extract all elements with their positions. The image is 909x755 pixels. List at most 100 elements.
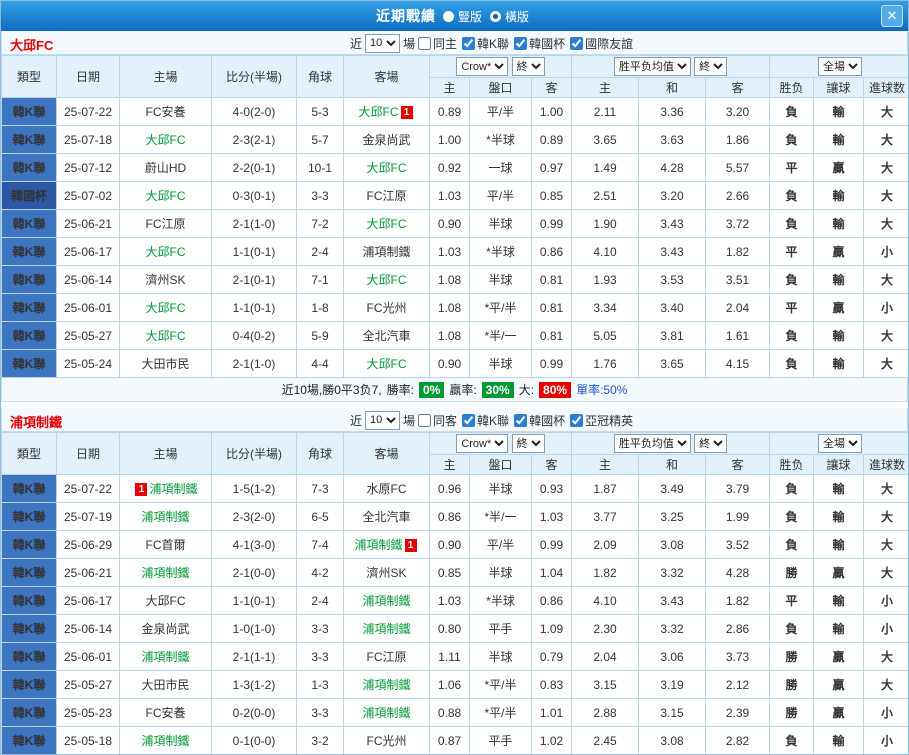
- euro-home-odds: 3.34: [571, 293, 639, 322]
- team-name: 浦項制鐵: [141, 510, 190, 524]
- checkbox-input[interactable]: [514, 36, 528, 50]
- team-name: 大邱FC: [366, 357, 407, 371]
- team-name: 浦項制鐵: [362, 622, 411, 636]
- odds-final-select[interactable]: 終: [511, 57, 545, 76]
- handicap-result: 輸: [813, 530, 865, 559]
- away-team-cell: 浦項制鐵: [343, 614, 430, 643]
- euro-odds-header: 胜平负均值 終: [570, 55, 771, 78]
- checkbox-input[interactable]: [570, 413, 584, 427]
- euro-draw-odds: 3.81: [638, 321, 706, 350]
- checkbox-input[interactable]: [514, 413, 528, 427]
- corner-cell: 1-8: [296, 293, 344, 322]
- match-row: 韓K聯 25-06-14 濟州SK 2-1(0-1) 7-1 大邱FC 1.08 半球 0.81…: [1, 265, 908, 294]
- scope-select[interactable]: 全場: [818, 434, 863, 453]
- filter-checkbox[interactable]: 國際友誼: [570, 35, 633, 52]
- handicap-result: 贏: [813, 153, 865, 182]
- euro-final-select[interactable]: 終: [694, 57, 728, 76]
- league-badge: 韓K聯: [1, 153, 57, 182]
- match-result: 負: [769, 209, 815, 238]
- euro-mean-select[interactable]: 胜平负均值: [613, 57, 691, 76]
- dialog-titlebar: 近期戰績 豎版 橫版 ✕: [1, 1, 908, 31]
- euro-mean-select[interactable]: 胜平负均值: [613, 434, 691, 453]
- euro-away-odds: 3.73: [704, 642, 771, 671]
- handicap-line: 半球: [469, 474, 532, 503]
- match-result: 負: [769, 502, 815, 531]
- results-table: 類型 日期 主場 比分(半場) 角球 客場 Crow* 終 胜平负均值 終 全場…: [1, 432, 908, 754]
- recent-count-select[interactable]: 10: [365, 33, 401, 53]
- asian-away-odds: 1.01: [531, 698, 572, 727]
- filter-checkbox[interactable]: 亞冠精英: [570, 412, 633, 429]
- euro-final-select[interactable]: 終: [694, 434, 728, 453]
- match-row: 韓K聯 25-07-22 FC安養 4-0(2-0) 5-3 大邱FC 1 0.89 平/半 1.…: [1, 97, 908, 126]
- league-badge: 韓K聯: [1, 670, 57, 699]
- league-badge: 韓K聯: [1, 530, 57, 559]
- col-asian-home: 主: [429, 77, 470, 98]
- match-result: 負: [769, 181, 815, 210]
- layout-radio-vertical[interactable]: 豎版: [458, 8, 482, 25]
- handicap-line: *半/一: [469, 502, 532, 531]
- euro-away-odds: 5.57: [704, 153, 771, 182]
- vertical-radio-icon[interactable]: [442, 10, 454, 22]
- league-badge: 韓K聯: [1, 293, 57, 322]
- match-row: 韓K聯 25-05-18 浦項制鐵 0-1(0-0) 3-2 FC光州 0.87 平手 1.02…: [1, 726, 908, 754]
- filter-checkbox[interactable]: 韓K聯: [462, 412, 509, 429]
- corner-cell: 7-2: [296, 209, 344, 238]
- checkbox-input[interactable]: [462, 36, 476, 50]
- odds-company-select[interactable]: Crow*: [456, 57, 509, 76]
- team-name: FC江原: [145, 217, 186, 231]
- scope-select[interactable]: 全場: [818, 57, 863, 76]
- col-type: 類型: [1, 432, 57, 475]
- score-cell: 2-1(1-0): [211, 349, 297, 378]
- team-name: 浦項制鐵: [141, 734, 190, 748]
- team-name: 濟州SK: [145, 273, 186, 287]
- match-row: 韓K聯 25-05-27 大邱FC 0-4(0-2) 5-9 全北汽車 1.08 *半/一 0.…: [1, 321, 908, 350]
- euro-home-odds: 1.87: [571, 474, 639, 503]
- filter-checkbox[interactable]: 韓國杯: [514, 412, 565, 429]
- team-name: 浦項制鐵: [141, 566, 190, 580]
- team-name: 大邱FC: [145, 245, 186, 259]
- team-name: 大邱FC: [358, 105, 399, 119]
- filter-controls: 近 10 場 同客 韓K聯 韓國杯 亞冠精英: [350, 408, 638, 432]
- score-cell: 0-1(0-0): [211, 726, 297, 754]
- score-cell: 0-3(0-1): [211, 181, 297, 210]
- match-date: 25-05-27: [56, 670, 120, 699]
- checkbox-input[interactable]: [570, 36, 584, 50]
- filter-checkbox[interactable]: 韓國杯: [514, 35, 565, 52]
- asian-home-odds: 0.85: [429, 558, 470, 587]
- euro-away-odds: 1.82: [704, 586, 771, 615]
- away-team-cell: 浦項制鐵: [343, 237, 430, 266]
- col-euro-away: 客: [704, 454, 771, 475]
- checkbox-input[interactable]: [418, 36, 432, 50]
- close-button[interactable]: ✕: [881, 5, 903, 27]
- corner-cell: 10-1: [296, 153, 344, 182]
- horizontal-radio-icon[interactable]: [490, 10, 501, 22]
- euro-away-odds: 1.99: [704, 502, 771, 531]
- odds-final-select[interactable]: 終: [511, 434, 545, 453]
- away-team-cell: 浦項制鐵: [343, 670, 430, 699]
- checkbox-input[interactable]: [462, 413, 476, 427]
- goals-result: 大: [863, 125, 908, 154]
- filter-checkbox[interactable]: 同客: [418, 412, 457, 429]
- handicap-line: 半球: [469, 642, 532, 671]
- team-name: 浦項制鐵: [354, 538, 403, 552]
- recent-count-select[interactable]: 10: [365, 410, 401, 430]
- euro-home-odds: 4.10: [571, 586, 639, 615]
- near-label: 近: [350, 36, 363, 51]
- filter-checkbox[interactable]: 同主: [418, 35, 457, 52]
- euro-draw-odds: 3.53: [638, 265, 706, 294]
- home-team-cell: 浦項制鐵: [119, 642, 212, 671]
- filter-checkbox[interactable]: 韓K聯: [462, 35, 509, 52]
- handicap-result: 輸: [813, 181, 865, 210]
- goals-result: 大: [863, 558, 908, 587]
- checkbox-input[interactable]: [418, 413, 432, 427]
- asian-away-odds: 1.02: [531, 726, 572, 754]
- handicap-result: 輸: [813, 97, 865, 126]
- odds-company-select[interactable]: Crow*: [456, 434, 509, 453]
- match-result: 負: [769, 530, 815, 559]
- asian-home-odds: 1.00: [429, 125, 470, 154]
- col-score: 比分(半場): [211, 55, 297, 98]
- layout-radio-horizontal[interactable]: 橫版: [505, 8, 529, 25]
- score-cell: 1-3(1-2): [211, 670, 297, 699]
- goals-result: 大: [863, 209, 908, 238]
- asian-away-odds: 0.99: [531, 209, 572, 238]
